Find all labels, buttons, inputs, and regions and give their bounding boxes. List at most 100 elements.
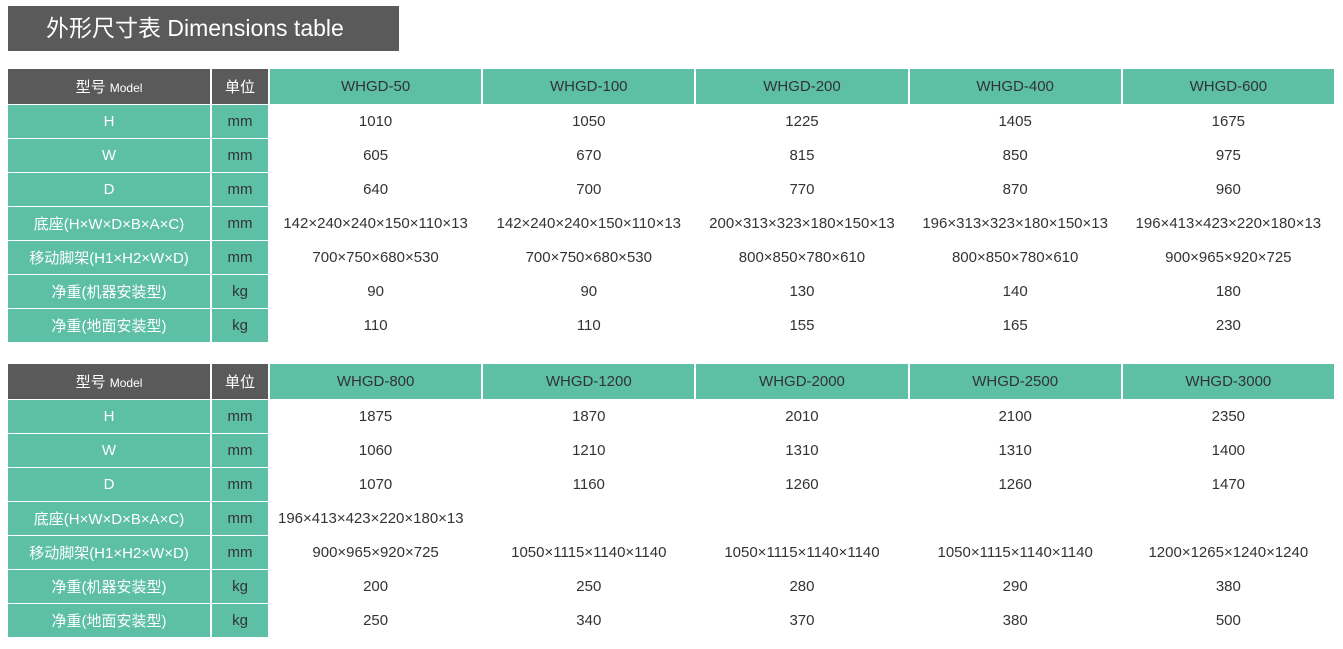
model-header: 型号 Model	[8, 364, 212, 400]
table-row: 底座(H×W×D×B×A×C) mm 196×413×423×220×180×1…	[8, 501, 1336, 536]
table-cell: 960	[1121, 172, 1336, 207]
table-cell: 1070	[269, 467, 484, 502]
row-label: 净重(地面安装型)	[8, 308, 212, 343]
table-row: 底座(H×W×D×B×A×C) mm 142×240×240×150×110×1…	[8, 206, 1336, 241]
table-cell: 380	[1121, 569, 1336, 604]
table-cell: 1310	[695, 433, 910, 468]
table-cell: 800×850×780×610	[695, 240, 910, 275]
row-label: D	[8, 467, 212, 502]
table-header-row: 型号 Model 单位 WHGD-50 WHGD-100 WHGD-200 WH…	[8, 69, 1336, 105]
table-cell: 142×240×240×150×110×13	[482, 206, 697, 241]
page-title: 外形尺寸表 Dimensions table	[8, 6, 399, 51]
row-unit: mm	[211, 467, 270, 502]
table-cell: 1050×1115×1140×1140	[695, 535, 910, 570]
row-label: 底座(H×W×D×B×A×C)	[8, 206, 212, 241]
table-cell: 250	[482, 569, 697, 604]
model-header-en: Model	[109, 80, 143, 95]
table-cell: 196×413×423×220×180×13	[1121, 206, 1336, 241]
table-cell: 250	[269, 603, 484, 638]
table-cell: 850	[908, 138, 1123, 173]
table-cell: 1050×1115×1140×1140	[482, 535, 697, 570]
table-cell	[695, 501, 910, 536]
unit-header: 单位	[211, 69, 270, 105]
table-cell: 1400	[1121, 433, 1336, 468]
table-cell: 155	[695, 308, 910, 343]
unit-header: 单位	[211, 364, 270, 400]
model-column-header: WHGD-100	[482, 69, 697, 105]
table-cell: 1870	[482, 399, 697, 434]
table-cell: 1225	[695, 104, 910, 139]
table-cell: 1470	[1121, 467, 1336, 502]
table-row: 移动脚架(H1×H2×W×D) mm 700×750×680×530 700×7…	[8, 240, 1336, 275]
table-cell: 670	[482, 138, 697, 173]
table-row: D mm 1070 1160 1260 1260 1470	[8, 467, 1336, 502]
table-cell: 200	[269, 569, 484, 604]
row-unit: kg	[211, 569, 270, 604]
table-cell: 2100	[908, 399, 1123, 434]
table-cell: 1010	[269, 104, 484, 139]
table-cell: 1210	[482, 433, 697, 468]
table-cell: 800×850×780×610	[908, 240, 1123, 275]
model-header-zh: 型号	[75, 373, 106, 391]
model-header-en: Model	[109, 375, 143, 390]
table-cell: 1260	[908, 467, 1123, 502]
table-row: D mm 640 700 770 870 960	[8, 172, 1336, 207]
table-cell: 1260	[695, 467, 910, 502]
row-label: W	[8, 138, 212, 173]
table-cell: 640	[269, 172, 484, 207]
model-column-header: WHGD-600	[1121, 69, 1336, 105]
table-cell: 1060	[269, 433, 484, 468]
table-cell: 1875	[269, 399, 484, 434]
table-row: 净重(地面安装型) kg 110 110 155 165 230	[8, 308, 1336, 343]
table-cell	[908, 501, 1123, 536]
row-unit: mm	[211, 240, 270, 275]
table-cell: 700	[482, 172, 697, 207]
table-cell: 370	[695, 603, 910, 638]
table-cell: 165	[908, 308, 1123, 343]
row-label: D	[8, 172, 212, 207]
table-cell: 700×750×680×530	[482, 240, 697, 275]
table-cell: 2010	[695, 399, 910, 434]
row-unit: mm	[211, 535, 270, 570]
table-row: W mm 1060 1210 1310 1310 1400	[8, 433, 1336, 468]
row-unit: kg	[211, 308, 270, 343]
model-column-header: WHGD-3000	[1121, 364, 1336, 400]
table-row: H mm 1010 1050 1225 1405 1675	[8, 104, 1336, 139]
table-cell: 196×413×423×220×180×13	[269, 501, 484, 536]
table-row: H mm 1875 1870 2010 2100 2350	[8, 399, 1336, 434]
table-cell: 90	[269, 274, 484, 309]
table-cell: 340	[482, 603, 697, 638]
model-column-header: WHGD-1200	[482, 364, 697, 400]
table-cell: 200×313×323×180×150×13	[695, 206, 910, 241]
row-unit: mm	[211, 501, 270, 536]
row-unit: kg	[211, 274, 270, 309]
dimensions-table-1: 型号 Model 单位 WHGD-50 WHGD-100 WHGD-200 WH…	[8, 69, 1336, 343]
model-column-header: WHGD-400	[908, 69, 1123, 105]
table-cell: 1310	[908, 433, 1123, 468]
row-unit: mm	[211, 104, 270, 139]
table-cell: 110	[269, 308, 484, 343]
table-header-row: 型号 Model 单位 WHGD-800 WHGD-1200 WHGD-2000…	[8, 364, 1336, 400]
table-cell: 975	[1121, 138, 1336, 173]
row-unit: mm	[211, 172, 270, 207]
row-unit: mm	[211, 433, 270, 468]
table-cell: 770	[695, 172, 910, 207]
table-cell: 196×313×323×180×150×13	[908, 206, 1123, 241]
table-cell: 2350	[1121, 399, 1336, 434]
model-column-header: WHGD-200	[695, 69, 910, 105]
table-row: 净重(机器安装型) kg 200 250 280 290 380	[8, 569, 1336, 604]
table-row: 移动脚架(H1×H2×W×D) mm 900×965×920×725 1050×…	[8, 535, 1336, 570]
table-cell: 1200×1265×1240×1240	[1121, 535, 1336, 570]
table-cell: 290	[908, 569, 1123, 604]
row-label: W	[8, 433, 212, 468]
table-row: 净重(机器安装型) kg 90 90 130 140 180	[8, 274, 1336, 309]
table-cell: 1050	[482, 104, 697, 139]
row-label: H	[8, 104, 212, 139]
table-cell	[482, 501, 697, 536]
model-column-header: WHGD-50	[269, 69, 484, 105]
table-cell: 110	[482, 308, 697, 343]
model-column-header: WHGD-2500	[908, 364, 1123, 400]
table-cell: 180	[1121, 274, 1336, 309]
table-cell: 815	[695, 138, 910, 173]
table-cell: 700×750×680×530	[269, 240, 484, 275]
